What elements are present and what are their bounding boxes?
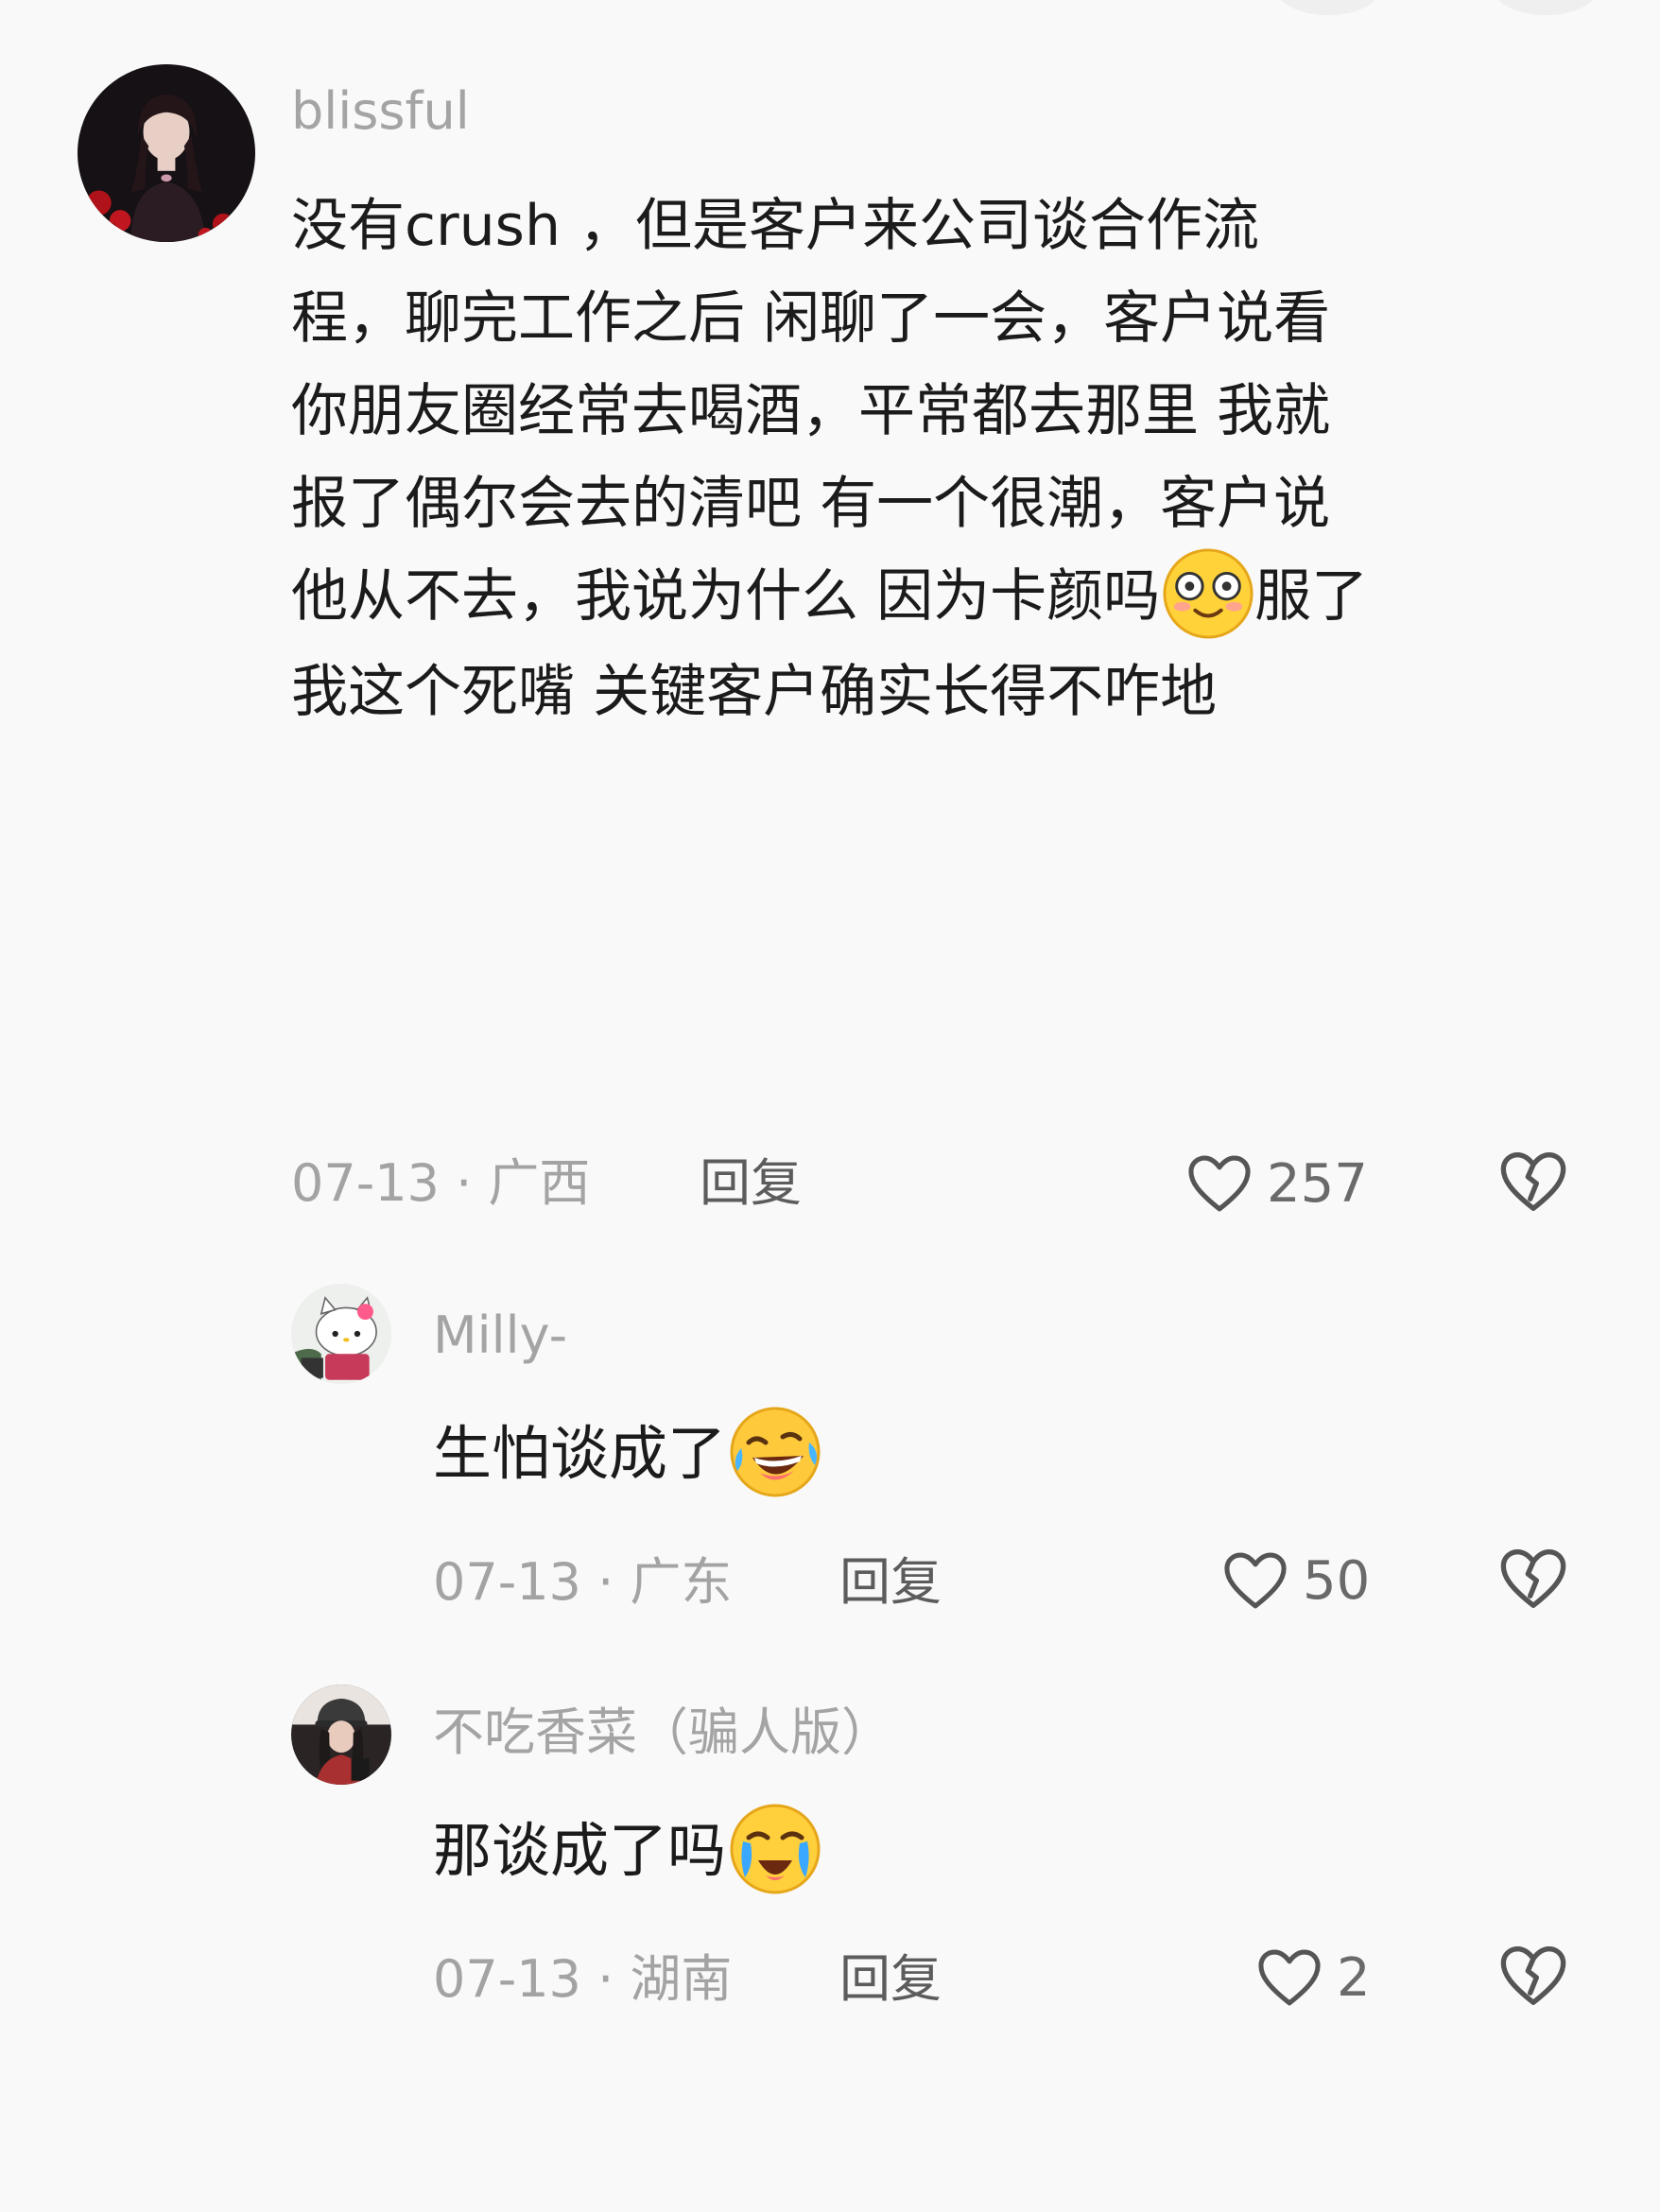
comment-item: blissful 没有crush ，但是客户来公司谈合作流 程，聊完工作之后 闲… xyxy=(0,0,1660,1248)
comment-body-line: 报了偶尔会去的清吧 有一个很潮，客户说 xyxy=(291,471,1331,537)
heart-outline-icon xyxy=(1224,1552,1287,1609)
avatar[interactable] xyxy=(78,64,255,242)
broken-heart-icon xyxy=(1500,1152,1566,1211)
dislike-button[interactable] xyxy=(1496,1938,1571,2013)
comment-body-line: 没有crush ，但是客户来公司谈合作流 xyxy=(291,193,1260,259)
avatar[interactable] xyxy=(291,1284,391,1384)
username[interactable]: 不吃香菜（骗人版） xyxy=(433,1702,892,1764)
comment-body: 生怕谈成了 xyxy=(433,1407,822,1505)
reply-comment-item: 不吃香菜（骗人版） 那谈成了吗 07-13 · 湖南 回复 2 xyxy=(0,1664,1660,2042)
rolling-laughing-emoji xyxy=(728,1405,822,1499)
like-count: 257 xyxy=(1267,1152,1368,1215)
like-button[interactable]: 257 xyxy=(1182,1144,1368,1223)
like-count: 50 xyxy=(1303,1549,1371,1612)
comment-body: 没有crush ，但是客户来公司谈合作流 程，聊完工作之后 闲聊了一会，客户说看… xyxy=(291,180,1368,738)
heart-outline-icon xyxy=(1188,1155,1251,1212)
like-button[interactable]: 2 xyxy=(1252,1938,1371,2017)
comments-page: blissful 没有crush ，但是客户来公司谈合作流 程，聊完工作之后 闲… xyxy=(0,0,1660,2212)
comment-body-line-text: 服了 xyxy=(1254,563,1369,630)
comment-body-text: 那谈成了吗 xyxy=(433,1816,727,1885)
comment-date-location: 07-13 · 广西 xyxy=(291,1153,591,1213)
dislike-button[interactable] xyxy=(1496,1144,1571,1219)
comment-body: 那谈成了吗 xyxy=(433,1804,822,1902)
reply-button[interactable]: 回复 xyxy=(700,1153,802,1214)
reply-button[interactable]: 回复 xyxy=(839,1552,942,1613)
like-button[interactable]: 50 xyxy=(1218,1541,1370,1620)
heart-outline-icon xyxy=(1258,1949,1321,2006)
comment-body-line-text: 他从不去，我说为什么 因为卡颜吗 xyxy=(291,563,1161,630)
like-count: 2 xyxy=(1337,1946,1371,2009)
flushed-face-emoji xyxy=(1162,547,1254,640)
reply-comment-item: Milly- 生怕谈成了 07-13 · 广东 回复 50 xyxy=(0,1267,1660,1645)
broken-heart-icon xyxy=(1500,1549,1566,1608)
comment-body-line: 那谈成了吗 xyxy=(433,1804,822,1902)
username[interactable]: blissful xyxy=(291,76,470,147)
comment-body-text: 生怕谈成了 xyxy=(433,1419,727,1488)
avatar[interactable] xyxy=(291,1685,391,1785)
crying-face-emoji xyxy=(728,1802,822,1896)
comment-body-line: 他从不去，我说为什么 因为卡颜吗 服了 xyxy=(291,547,1369,646)
comment-body-line: 程，聊完工作之后 闲聊了一会，客户说看 xyxy=(291,285,1331,352)
dislike-button[interactable] xyxy=(1496,1541,1571,1616)
comment-body-line: 生怕谈成了 xyxy=(433,1407,822,1505)
reply-button[interactable]: 回复 xyxy=(839,1949,942,2010)
username[interactable]: Milly- xyxy=(433,1305,567,1367)
comment-date-location: 07-13 · 湖南 xyxy=(433,1949,733,2009)
comment-body-line: 你朋友圈经常去喝酒，平常都去那里 我就 xyxy=(291,378,1331,444)
comment-date-location: 07-13 · 广东 xyxy=(433,1552,733,1612)
broken-heart-icon xyxy=(1500,1946,1566,2005)
comment-body-line: 我这个死嘴 关键客户确实长得不咋地 xyxy=(291,659,1218,726)
